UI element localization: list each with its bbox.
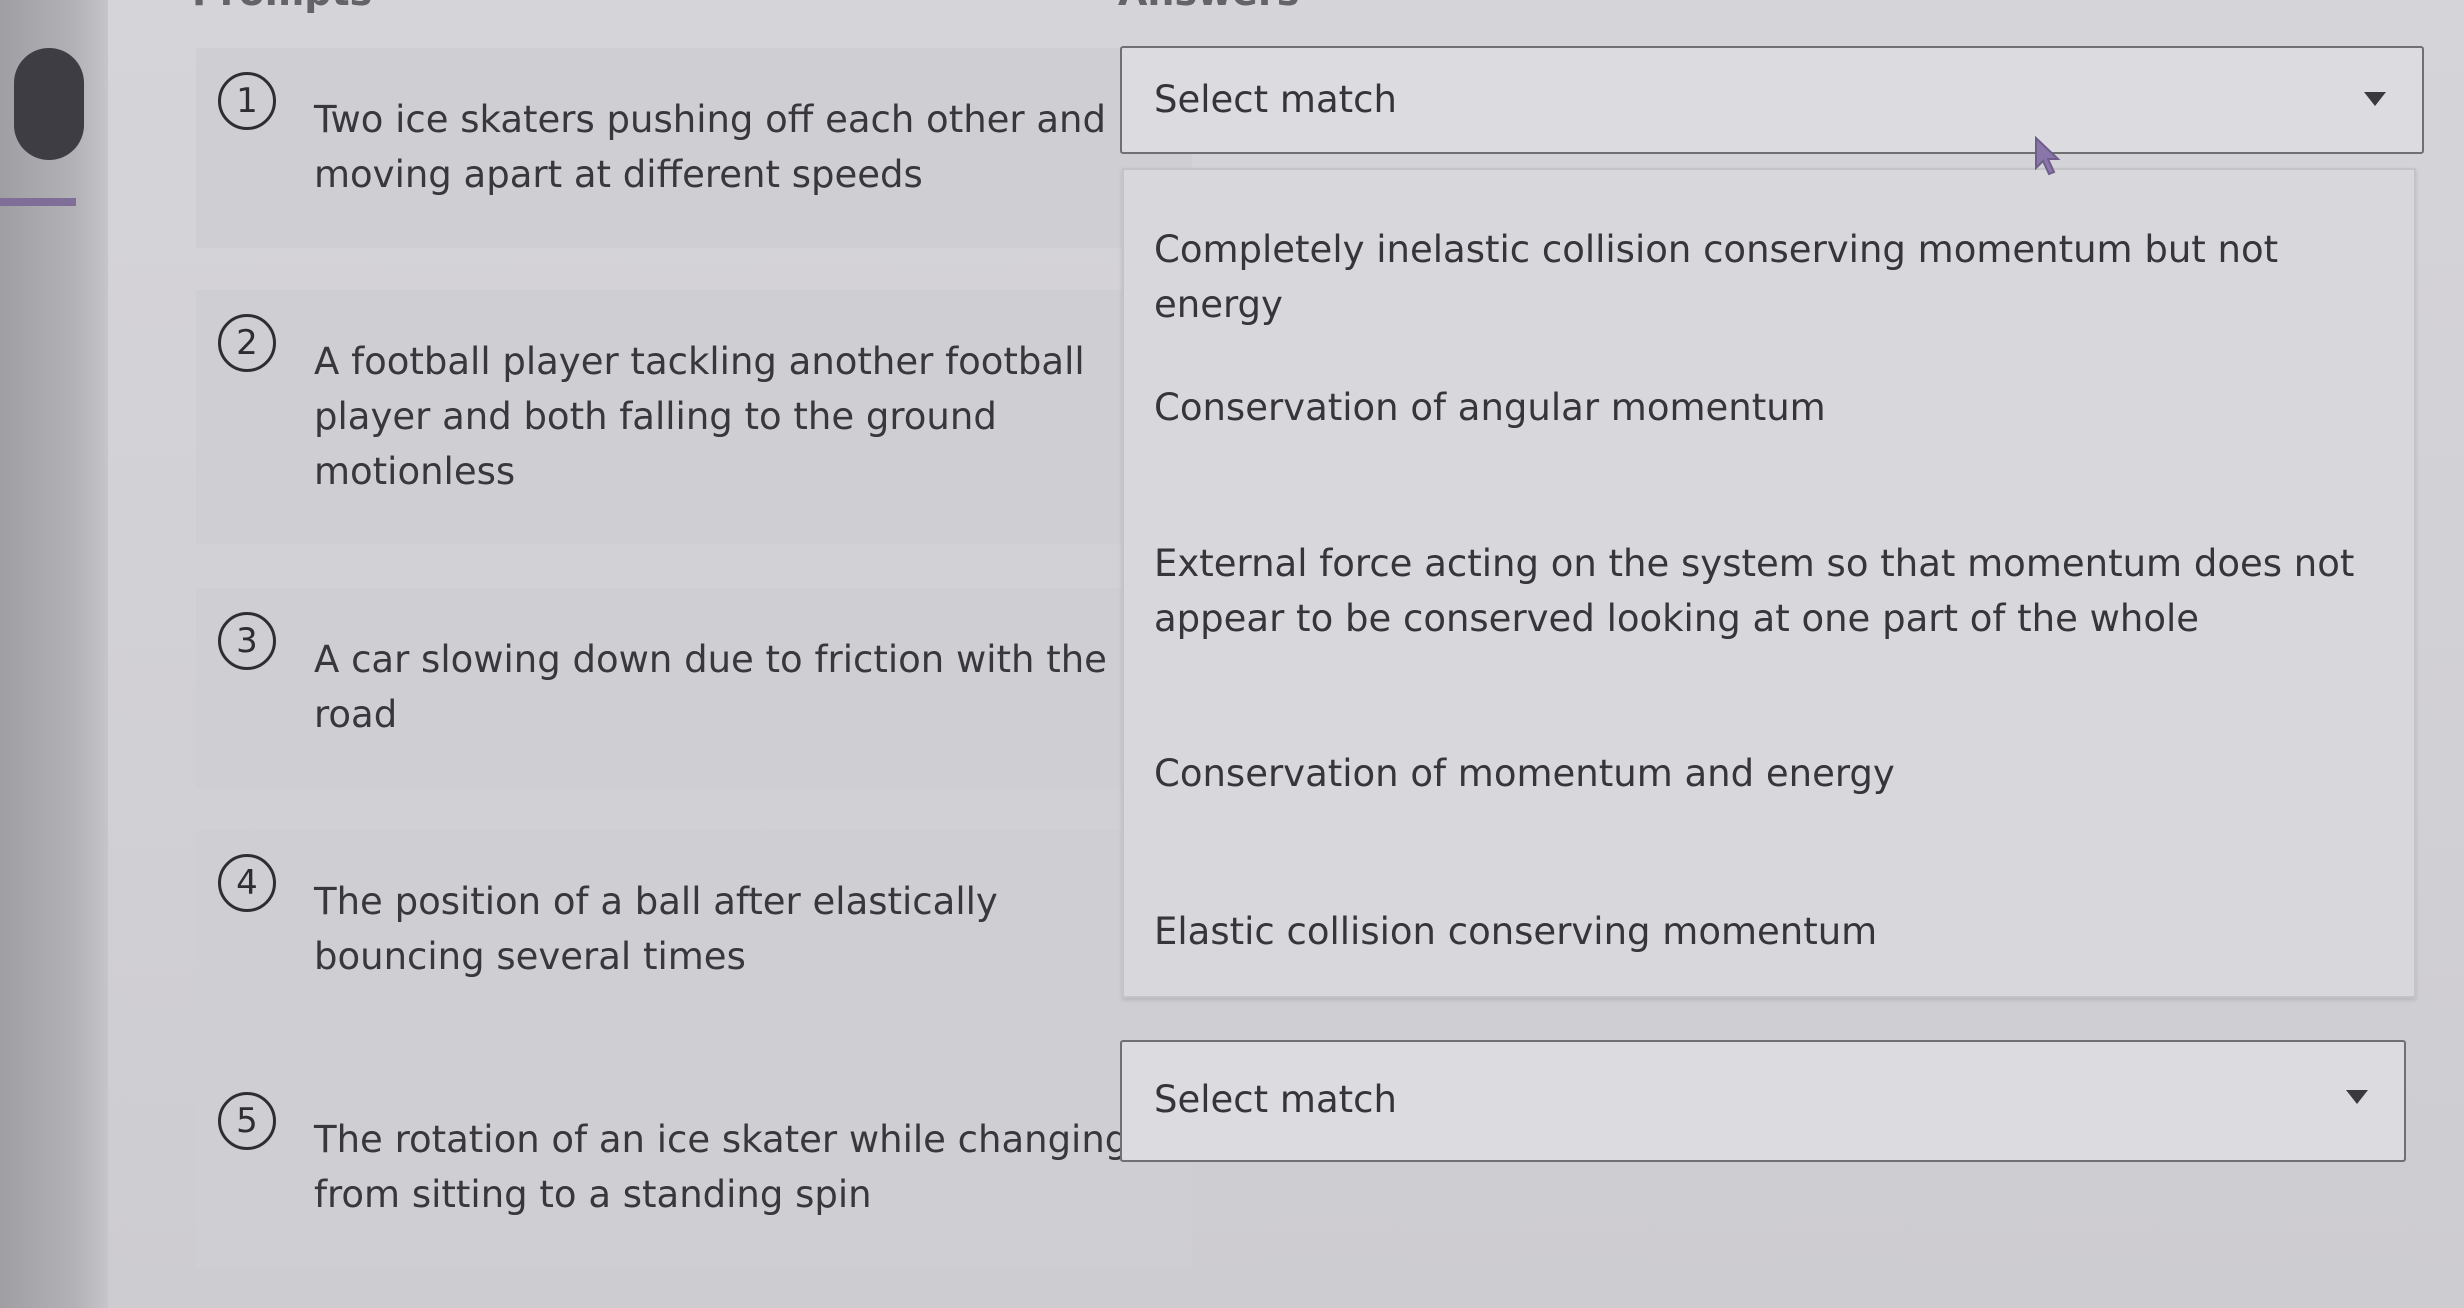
prompt-number-2: 2 — [218, 314, 276, 372]
prompt-number-5: 5 — [218, 1092, 276, 1150]
match-select-1-value: Select match — [1154, 78, 1397, 121]
panel-handle[interactable] — [14, 48, 84, 160]
option-elastic-collision[interactable]: Elastic collision conserving momentum — [1154, 904, 2384, 959]
chevron-down-icon[interactable] — [2346, 1090, 2368, 1104]
answers-heading: Answers — [1118, 0, 1299, 14]
prompt-card-2: 2 A football player tackling another foo… — [196, 290, 1192, 544]
match-options-list: Completely inelastic collision conservin… — [1122, 168, 2416, 998]
chevron-down-icon[interactable] — [2364, 92, 2386, 106]
prompt-number-3: 3 — [218, 612, 276, 670]
option-angular-momentum[interactable]: Conservation of angular momentum — [1154, 380, 2384, 435]
left-side-panel — [0, 0, 108, 1308]
match-select-5[interactable]: Select match — [1120, 1040, 2406, 1162]
prompt-card-1: 1 Two ice skaters pushing off each other… — [196, 48, 1192, 248]
prompt-card-3: 3 A car slowing down due to friction wit… — [196, 588, 1192, 788]
option-inelastic-collision[interactable]: Completely inelastic collision conservin… — [1154, 222, 2384, 332]
prompt-text-2: A football player tackling another footb… — [314, 340, 1085, 493]
panel-accent-bar — [0, 198, 76, 206]
prompt-number-1: 1 — [218, 72, 276, 130]
prompt-text-4: The position of a ball after elastically… — [314, 880, 998, 978]
cursor-icon — [2035, 136, 2061, 176]
prompt-text-3: A car slowing down due to friction with … — [314, 638, 1107, 736]
option-momentum-and-energy[interactable]: Conservation of momentum and energy — [1154, 746, 2384, 801]
prompt-card-5: 5 The rotation of an ice skater while ch… — [196, 1068, 1192, 1268]
prompt-number-4: 4 — [218, 854, 276, 912]
option-external-force[interactable]: External force acting on the system so t… — [1154, 536, 2384, 646]
prompt-text-5: The rotation of an ice skater while chan… — [314, 1118, 1129, 1216]
matching-question: Prompts Answers 1 Two ice skaters pushin… — [108, 0, 2464, 1308]
prompts-heading: Prompts — [192, 0, 372, 14]
match-select-5-value: Select match — [1154, 1078, 1397, 1121]
match-select-1[interactable]: Select match — [1120, 46, 2424, 154]
prompt-card-4: 4 The position of a ball after elastical… — [196, 830, 1192, 1030]
prompt-text-1: Two ice skaters pushing off each other a… — [314, 98, 1106, 196]
